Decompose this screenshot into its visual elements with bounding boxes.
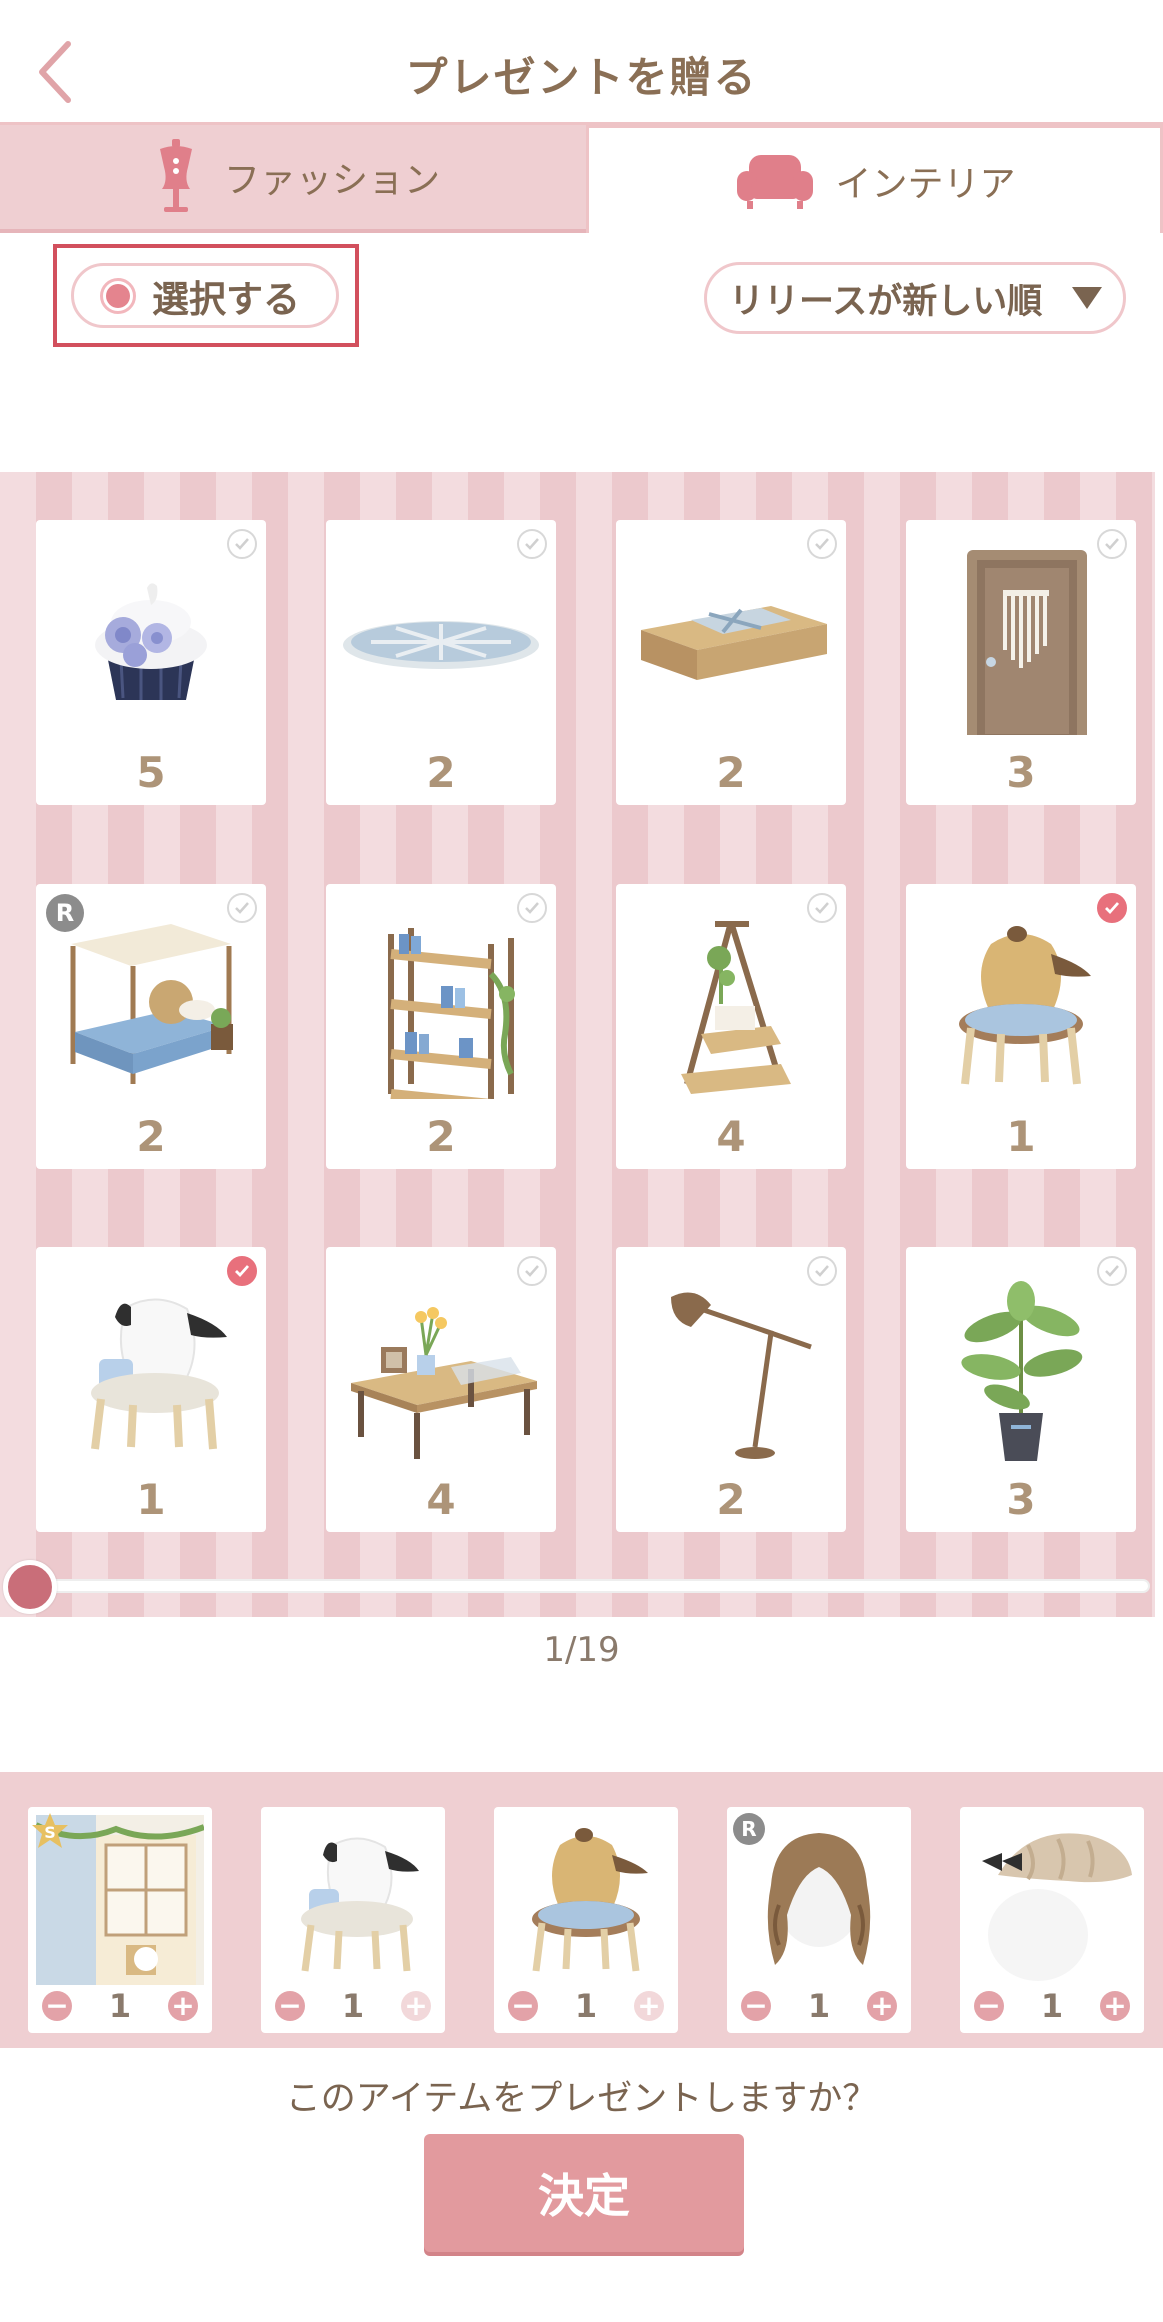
- rare-badge: R: [733, 1813, 765, 1845]
- category-tabs: ファッション インテリア: [0, 125, 1163, 233]
- selected-item[interactable]: − 1 +: [261, 1807, 445, 2033]
- page-slider-handle[interactable]: [3, 1560, 57, 1614]
- decrement-button[interactable]: −: [508, 1991, 538, 2021]
- item-quantity: 1: [1006, 1112, 1036, 1161]
- quantity-stepper: − 1 +: [494, 1987, 678, 2025]
- decrement-button[interactable]: −: [974, 1991, 1004, 2021]
- quantity-stepper: − 1 +: [960, 1987, 1144, 2025]
- cupcake-icon: [95, 583, 207, 700]
- confirm-question: このアイテムをプレゼントしますか？: [285, 2079, 878, 2119]
- quantity-stepper: − 1 +: [28, 1987, 212, 2025]
- page-slider-track[interactable]: [24, 1579, 1150, 1593]
- selected-item[interactable]: − 1 +: [494, 1807, 678, 2033]
- item-card[interactable]: 2: [326, 520, 556, 805]
- item-card[interactable]: 3: [906, 1247, 1136, 1532]
- decrement-button[interactable]: −: [275, 1991, 305, 2021]
- increment-button[interactable]: +: [167, 1991, 198, 2021]
- item-quantity: 2: [716, 748, 746, 797]
- purin-chair-icon: [532, 1828, 648, 1972]
- quantity-stepper: − 1 +: [727, 1987, 911, 2025]
- item-quantity: 4: [426, 1475, 456, 1524]
- selected-quantity: 1: [574, 1987, 598, 2025]
- floor-lamp-icon: [671, 1292, 812, 1459]
- increment-button[interactable]: +: [866, 1991, 897, 2021]
- selected-items-strip: S − 1 + − 1 + − 1 + R − 1 + − 1 +: [0, 1772, 1163, 2048]
- caret-down-icon: [1072, 287, 1103, 309]
- page-title: プレゼントを贈る: [405, 53, 758, 102]
- knit-hat-icon: [982, 1833, 1132, 1981]
- item-card[interactable]: 3: [906, 520, 1136, 805]
- wavy-hair-icon: [767, 1833, 871, 1965]
- coffee-table-icon: [351, 1307, 537, 1459]
- item-quantity: 2: [426, 1112, 456, 1161]
- star-badge-icon: S: [32, 1813, 68, 1848]
- selected-quantity: 1: [1040, 1987, 1064, 2025]
- item-quantity: 5: [136, 748, 166, 797]
- low-table-icon: [641, 606, 827, 680]
- purin-chair-icon: [959, 926, 1091, 1085]
- decrement-button[interactable]: −: [741, 1991, 771, 2021]
- door-icon: [967, 550, 1087, 735]
- select-button[interactable]: 選択する: [71, 263, 339, 328]
- item-quantity: 1: [136, 1475, 166, 1524]
- canopy-bed-icon: [70, 924, 233, 1084]
- grid-edge: [1155, 472, 1163, 1617]
- mannequin-icon: [159, 139, 192, 212]
- tab-interior[interactable]: インテリア: [586, 125, 1163, 233]
- item-card[interactable]: 4: [616, 884, 846, 1169]
- header: プレゼントを贈る: [0, 0, 1163, 125]
- item-grid: 5 2 2 3 R 2 2 4 1 1 4 2 3: [0, 472, 1163, 1617]
- item-card[interactable]: 1: [36, 1247, 266, 1532]
- tab-fashion[interactable]: ファッション: [0, 125, 586, 233]
- increment-button[interactable]: +: [633, 1991, 664, 2021]
- increment-button[interactable]: +: [400, 1991, 431, 2021]
- tab-fashion-label: ファッション: [223, 160, 440, 201]
- selected-quantity: 1: [807, 1987, 831, 2025]
- item-card[interactable]: 5: [36, 520, 266, 805]
- selected-quantity: 1: [108, 1987, 132, 2025]
- item-card[interactable]: 2: [326, 884, 556, 1169]
- pochacco-chair-icon: [91, 1298, 227, 1450]
- potted-plant-icon: [961, 1281, 1083, 1461]
- item-quantity: 3: [1006, 1475, 1036, 1524]
- item-quantity: 2: [426, 748, 456, 797]
- rug-icon: [343, 621, 539, 669]
- item-card[interactable]: 1: [906, 884, 1136, 1169]
- sofa-icon: [737, 154, 814, 209]
- radio-icon: [100, 277, 136, 314]
- selected-item[interactable]: S − 1 +: [28, 1807, 212, 2033]
- star-badge-label: S: [44, 1823, 56, 1842]
- sort-label: リリースが新しい順: [729, 281, 1043, 322]
- selected-item[interactable]: R − 1 +: [727, 1807, 911, 2033]
- tab-interior-label: インテリア: [835, 163, 1016, 205]
- select-mode-highlight: 選択する: [53, 244, 359, 347]
- bookshelf-icon: [388, 928, 515, 1099]
- item-quantity: 2: [716, 1475, 746, 1524]
- item-card[interactable]: 2: [616, 520, 846, 805]
- decrement-button[interactable]: −: [42, 1991, 72, 2021]
- sort-dropdown[interactable]: リリースが新しい順: [704, 262, 1126, 334]
- selected-quantity: 1: [341, 1987, 365, 2025]
- item-card[interactable]: 2: [616, 1247, 846, 1532]
- item-quantity: 2: [136, 1112, 166, 1161]
- plant-stand-icon: [681, 921, 791, 1094]
- increment-button[interactable]: +: [1099, 1991, 1130, 2021]
- selected-item[interactable]: − 1 +: [960, 1807, 1144, 2033]
- item-quantity: 4: [716, 1112, 746, 1161]
- select-button-label: 選択する: [152, 277, 300, 321]
- page-indicator: 1/19: [543, 1630, 620, 1670]
- item-card[interactable]: 4: [326, 1247, 556, 1532]
- confirm-button[interactable]: 決定: [424, 2134, 744, 2252]
- pochacco-chair-icon: [301, 1837, 419, 1972]
- item-quantity: 3: [1006, 748, 1036, 797]
- item-card[interactable]: R 2: [36, 884, 266, 1169]
- quantity-stepper: − 1 +: [261, 1987, 445, 2025]
